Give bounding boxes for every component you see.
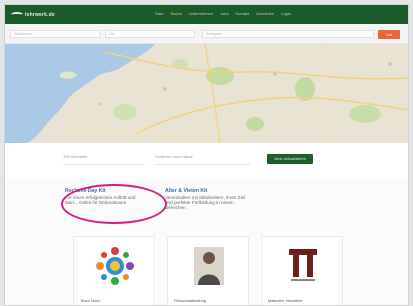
nav-item-register[interactable]: Anmelden <box>256 11 274 16</box>
filter-bar: 100 Kilometer Sortieren nach Name Jetzt … <box>5 143 408 178</box>
sort-dropdown[interactable]: Sortieren nach Name <box>155 154 193 163</box>
nav-item-contact[interactable]: Kontakt <box>236 11 250 16</box>
map-graphic <box>5 44 408 143</box>
sort-underline <box>155 164 250 165</box>
nav-item-login[interactable]: Login <box>281 11 291 16</box>
nav-item-jobs[interactable]: Jobs <box>220 11 228 16</box>
category-select[interactable]: Kategorie <box>202 30 374 38</box>
keyword-input[interactable]: Stichworte <box>10 30 100 38</box>
nav-item-search[interactable]: Suche <box>170 11 181 16</box>
search-button[interactable]: Los <box>378 30 400 39</box>
location-input[interactable]: Ort <box>105 30 195 38</box>
company-card[interactable]: Team Nord <box>73 236 155 305</box>
highlight-circle <box>61 184 167 224</box>
nav-item-start[interactable]: Start <box>155 11 163 16</box>
search-bar: Stichworte Ort Kategorie Los <box>5 24 408 44</box>
logo-arc-icon <box>11 12 23 17</box>
entry-description: Veranstalten mit Mitarbeitern, Ihren Zie… <box>165 195 246 211</box>
card-title: Personalabteilung <box>174 298 207 303</box>
result-entry[interactable]: Alter & Vieten Kit Veranstalten mit Mita… <box>165 188 247 211</box>
nav-menu: Start Suche Unternehmen Jobs Kontakt Anm… <box>155 11 291 16</box>
radius-dropdown[interactable]: 100 Kilometer <box>63 154 88 163</box>
person-photo-icon <box>194 247 224 285</box>
browser-page: lehrwerk.de Start Suche Unternehmen Jobs… <box>4 4 409 306</box>
map-view[interactable] <box>5 44 408 143</box>
update-button[interactable]: Jetzt aktualisieren <box>267 154 313 164</box>
company-card[interactable]: Personalabteilung <box>167 236 249 305</box>
colorful-logo-icon <box>96 247 134 285</box>
company-card[interactable]: Makerele Hersteller <box>261 236 343 305</box>
logo-text: lehrwerk.de <box>25 11 55 18</box>
pillar-logo-icon <box>289 249 317 281</box>
card-title: Makerele Hersteller <box>268 298 303 303</box>
nav-item-companies[interactable]: Unternehmen <box>189 11 213 16</box>
card-title: Team Nord <box>80 298 100 303</box>
site-logo[interactable]: lehrwerk.de <box>11 10 55 19</box>
entry-title[interactable]: Alter & Vieten Kit <box>165 188 247 194</box>
radius-underline <box>63 164 145 165</box>
top-navigation: lehrwerk.de Start Suche Unternehmen Jobs… <box>5 5 408 24</box>
results-area: Reclame Day Kit Für einen erfolgreichen … <box>5 178 408 305</box>
